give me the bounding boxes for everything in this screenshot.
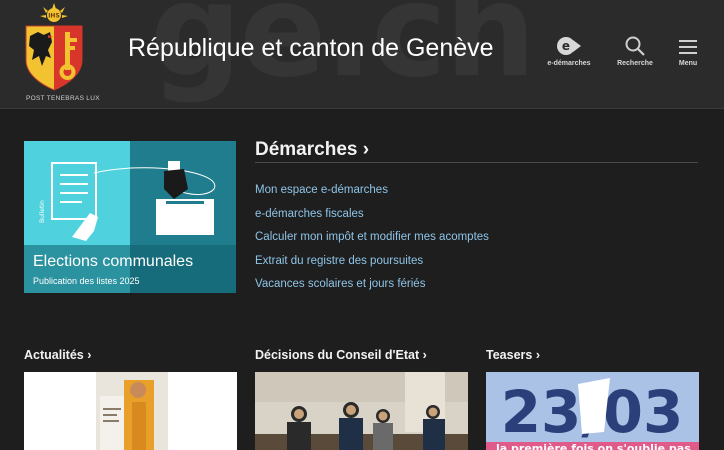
search-label: Recherche: [617, 60, 653, 67]
link-calculer-impot[interactable]: Calculer mon impôt et modifier mes acomp…: [255, 231, 489, 255]
chevron-right-icon: ›: [422, 348, 427, 362]
menu-button[interactable]: Menu: [658, 36, 718, 70]
teasers-heading[interactable]: Teasers ›: [486, 348, 540, 362]
feature-subtitle: Publication des listes 2025: [33, 276, 140, 286]
decisions-heading[interactable]: Décisions du Conseil d'Etat ›: [255, 348, 427, 362]
search-button[interactable]: Recherche: [605, 36, 665, 70]
header-motto: POST TENEBRAS LUX: [26, 95, 100, 102]
decisions-title-text: Décisions du Conseil d'Etat: [255, 348, 420, 362]
actualites-heading[interactable]: Actualités ›: [24, 348, 91, 362]
chevron-right-icon: ›: [87, 348, 92, 362]
svg-text:IHS: IHS: [48, 13, 60, 20]
news-photo-image: [24, 372, 237, 450]
site-title[interactable]: République et canton de Genève: [128, 34, 494, 63]
actualites-thumbnail[interactable]: [24, 372, 237, 450]
link-espace-e-demarches[interactable]: Mon espace e-démarches: [255, 184, 489, 208]
search-icon: [625, 36, 645, 56]
link-vacances-scolaires[interactable]: Vacances scolaires et jours fériés: [255, 278, 489, 302]
geneva-coat-of-arms-logo[interactable]: IHS: [22, 2, 86, 94]
e-demarches-label: e-démarches: [547, 60, 591, 67]
teaser-thumbnail[interactable]: 23/03 la première fois on s'oublie pas: [486, 372, 699, 450]
teasers-title-text: Teasers: [486, 348, 533, 362]
site-header: ge.ch IHS POST TENEBRAS LUX République e…: [0, 0, 724, 109]
link-registre-poursuites[interactable]: Extrait du registre des poursuites: [255, 255, 489, 279]
svg-text:e: e: [562, 39, 570, 53]
elections-feature-card[interactable]: Bulletin Elections communales Publicatio…: [24, 141, 236, 293]
demarches-title-text: Démarches: [255, 139, 358, 160]
chevron-right-icon: ›: [362, 139, 370, 160]
feature-side-label: Bulletin: [39, 200, 46, 223]
hamburger-menu-icon: [679, 40, 697, 54]
actualites-title-text: Actualités: [24, 348, 84, 362]
e-demarches-icon: e: [557, 37, 581, 55]
teaser-caption: la première fois on s'oublie pas: [496, 442, 691, 450]
chevron-right-icon: ›: [535, 348, 540, 362]
feature-title: Elections communales: [33, 253, 194, 270]
decisions-thumbnail[interactable]: [255, 372, 468, 450]
teaser-image: 23/03 la première fois on s'oublie pas: [486, 372, 699, 450]
demarches-divider: [255, 162, 698, 163]
council-photo-image: [255, 372, 468, 450]
menu-label: Menu: [678, 60, 698, 67]
e-demarches-button[interactable]: e e-démarches: [539, 36, 599, 70]
demarches-links: Mon espace e-démarches e-démarches fisca…: [255, 184, 489, 302]
demarches-heading[interactable]: Démarches ›: [255, 139, 369, 161]
link-e-demarches-fiscales[interactable]: e-démarches fiscales: [255, 208, 489, 232]
